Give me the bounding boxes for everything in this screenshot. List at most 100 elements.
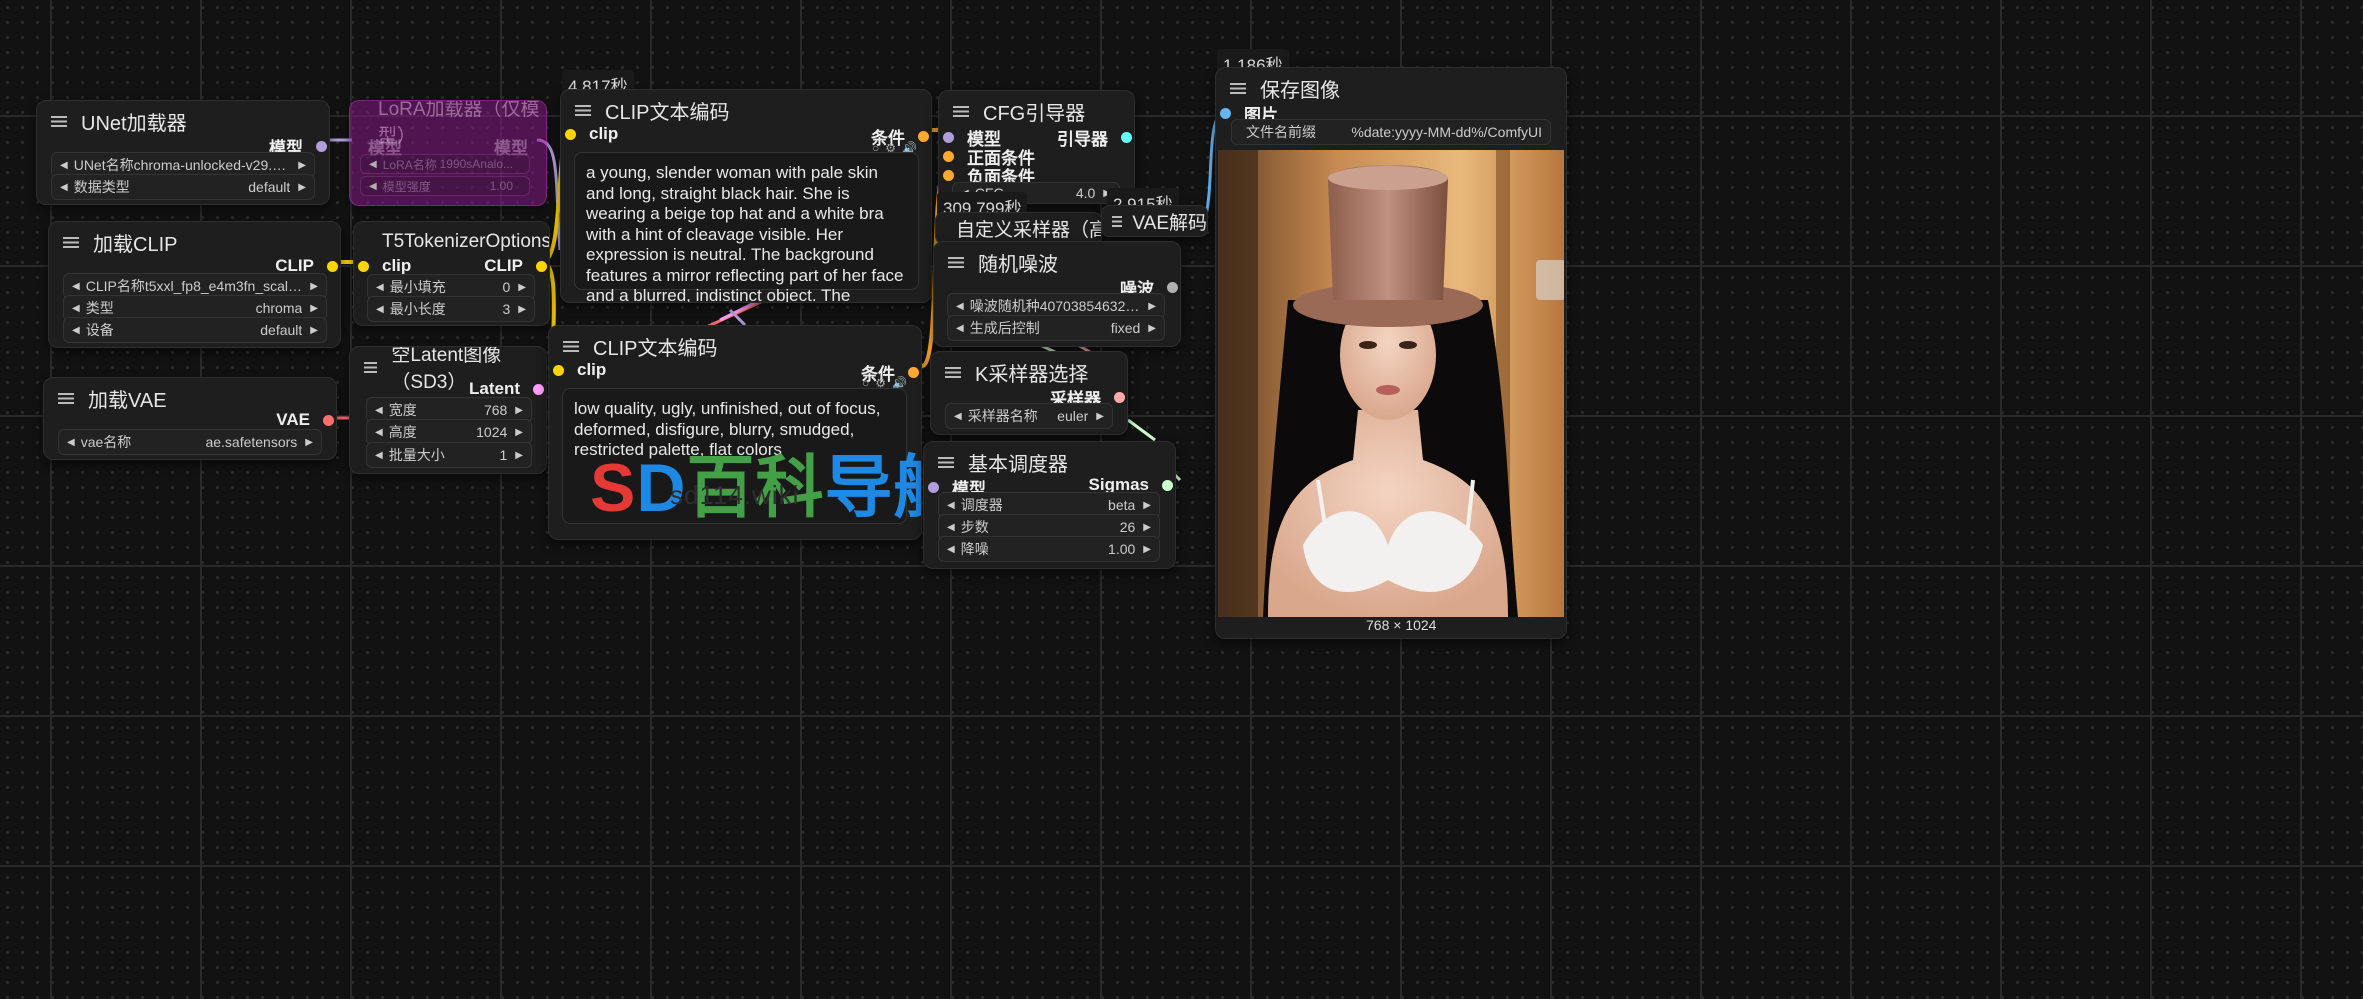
left-arrow-icon[interactable]: ◀ (375, 450, 383, 461)
menu-icon[interactable] (945, 366, 961, 378)
port-dot[interactable] (1167, 282, 1178, 293)
widget-control-after-generate[interactable]: ◀ 生成后控制 fixed ▶ (947, 315, 1165, 341)
right-arrow-icon[interactable]: ▶ (515, 450, 523, 461)
widget-vae-name[interactable]: ◀ vae名称 ae.safetensors ▶ (58, 429, 322, 455)
port-dot[interactable] (1220, 108, 1231, 119)
right-arrow-icon[interactable]: ▶ (1148, 323, 1156, 334)
widget-min-length[interactable]: ◀ 最小长度 3 ▶ (367, 296, 535, 322)
right-arrow-icon[interactable]: ▶ (518, 282, 526, 293)
port-dot[interactable] (943, 151, 954, 162)
left-arrow-icon[interactable]: ◀ (375, 405, 383, 416)
port-dot[interactable] (928, 482, 939, 493)
left-arrow-icon[interactable]: ◀ (67, 437, 75, 448)
node-unet-loader[interactable]: UNet加载器 模型 ◀ UNet名称 chroma-unlocked-v29.5.… (36, 100, 330, 205)
input-clip[interactable]: clip (358, 256, 411, 276)
port-dot[interactable] (358, 260, 369, 272)
widget-batch-size[interactable]: ◀ 批量大小 1 ▶ (366, 442, 532, 468)
right-arrow-icon[interactable]: ▶ (310, 303, 318, 314)
port-dot[interactable] (1114, 392, 1125, 403)
right-arrow-icon[interactable]: ▶ (1143, 500, 1151, 511)
menu-icon[interactable] (1112, 215, 1123, 227)
output-guider[interactable]: 引导器 (1057, 125, 1132, 150)
menu-icon[interactable] (575, 104, 591, 116)
port-dot[interactable] (323, 414, 334, 426)
widget-filename-prefix[interactable]: 文件名前缀 %date:yyyy-MM-dd%/ComfyUI (1231, 119, 1551, 145)
right-arrow-icon[interactable]: ▶ (310, 281, 318, 292)
node-clip-text-encode-positive[interactable]: CLIP文本编码 clip 条件 ○ ⚙ 🔊 a young, slender wo… (560, 89, 932, 303)
input-clip[interactable]: clip (565, 124, 618, 144)
widget-dtype[interactable]: ◀ 数据类型 default ▶ (51, 174, 315, 200)
widget-lora-name[interactable]: ◀ LoRA名称 1990sAnalo... (360, 154, 530, 174)
menu-icon[interactable] (953, 105, 969, 117)
menu-icon[interactable] (938, 456, 954, 468)
node-load-clip[interactable]: 加载CLIP CLIP ◀ CLIP名称 t5xxl_fp8_e4m3fn_scal… (48, 221, 341, 348)
node-title[interactable]: 自定义采样器（高级） (936, 213, 1101, 243)
node-t5-tokenizer-options[interactable]: T5TokenizerOptions clip CLIP ◀ 最小填充 0 ▶ ◀ 最小… (353, 221, 550, 326)
widget-device[interactable]: ◀ 设备 default ▶ (63, 317, 327, 343)
port-dot[interactable] (943, 170, 954, 181)
port-dot[interactable] (918, 131, 929, 142)
left-arrow-icon[interactable]: ◀ (72, 281, 80, 292)
node-title[interactable]: VAE解码 (1102, 206, 1207, 236)
right-arrow-icon[interactable]: ▶ (305, 437, 313, 448)
widget-denoise[interactable]: ◀ 降噪 1.00 ▶ (938, 536, 1160, 562)
left-arrow-icon[interactable]: ◀ (954, 411, 962, 422)
prompt-text-area[interactable]: a young, slender woman with pale skin an… (574, 152, 919, 302)
menu-icon[interactable] (563, 340, 579, 352)
port-dot[interactable] (553, 364, 564, 376)
input-clip[interactable]: clip (553, 360, 606, 380)
menu-icon[interactable] (58, 392, 74, 404)
node-save-image[interactable]: 保存图像 图片 文件名前缀%date:yyyy-MM-dd%/ComfyUI (1215, 67, 1567, 639)
right-arrow-icon[interactable]: ▶ (298, 182, 306, 193)
port-dot[interactable] (327, 260, 338, 272)
node-empty-latent-sd3[interactable]: 空Latent图像（SD3） Latent ◀ 宽度 768 ▶ ◀ 高度 1024 ▶ ◀… (349, 346, 547, 474)
output-vae[interactable]: VAE (276, 410, 334, 430)
port-dot[interactable] (316, 141, 327, 152)
node-cfg-guider[interactable]: CFG引导器 模型 正面条件 负面条件 引导器 ◀CFG4.0▶ (938, 90, 1135, 204)
right-arrow-icon[interactable]: ▶ (1143, 544, 1151, 555)
left-arrow-icon[interactable]: ◀ (376, 282, 384, 293)
right-arrow-icon[interactable]: ▶ (515, 405, 523, 416)
port-dot[interactable] (1121, 132, 1132, 143)
right-arrow-icon[interactable]: ▶ (1143, 522, 1151, 533)
left-arrow-icon[interactable]: ◀ (60, 160, 68, 171)
left-arrow-icon[interactable]: ◀ (72, 325, 80, 336)
left-arrow-icon[interactable]: ◀ (947, 544, 955, 555)
node-vae-decode[interactable]: VAE解码 (1101, 205, 1208, 237)
right-arrow-icon[interactable]: ▶ (518, 304, 526, 315)
output-clip[interactable]: CLIP (484, 256, 547, 276)
right-arrow-icon[interactable]: ▶ (298, 160, 306, 171)
node-custom-sampler-advanced[interactable]: 自定义采样器（高级） (935, 212, 1102, 244)
left-arrow-icon[interactable]: ◀ (947, 500, 955, 511)
widget-sampler-name[interactable]: ◀ 采样器名称 euler ▶ (945, 403, 1113, 429)
node-clip-text-encode-negative[interactable]: CLIP文本编码 clip 条件 ○ ⚙ 🔊 low quality, ugly, … (548, 325, 922, 540)
right-arrow-icon[interactable]: ▶ (310, 325, 318, 336)
menu-icon[interactable] (364, 361, 378, 373)
menu-icon[interactable] (948, 256, 964, 268)
right-arrow-icon[interactable]: ▶ (515, 427, 523, 438)
menu-icon[interactable] (51, 115, 67, 127)
widget-model-strength[interactable]: ◀ 模型强度 1.00 (360, 176, 530, 196)
port-dot[interactable] (565, 128, 576, 140)
node-random-noise[interactable]: 随机噪波 噪波 ◀噪波随机种407038546325484▶ ◀生成后控制fix… (933, 241, 1181, 347)
output-latent[interactable]: Latent (469, 379, 544, 399)
left-arrow-icon[interactable]: ◀ (72, 303, 80, 314)
menu-icon[interactable] (63, 236, 79, 248)
right-arrow-icon[interactable]: ▶ (1096, 411, 1104, 422)
port-dot[interactable] (908, 367, 919, 378)
port-dot[interactable] (536, 260, 547, 272)
port-dot[interactable] (1162, 479, 1173, 491)
left-arrow-icon[interactable]: ◀ (947, 522, 955, 533)
left-arrow-icon[interactable]: ◀ (956, 323, 964, 334)
port-dot[interactable] (533, 383, 544, 395)
node-basic-scheduler[interactable]: 基本调度器 模型 Sigmas ◀ 调度器 beta ▶ ◀ 步数 26 ▶ ◀ 降噪 1.00… (923, 441, 1176, 569)
left-arrow-icon[interactable]: ◀ (369, 181, 377, 192)
left-arrow-icon[interactable]: ◀ (375, 427, 383, 438)
image-preview[interactable] (1218, 150, 1564, 617)
left-arrow-icon[interactable]: ◀ (956, 301, 964, 312)
node-load-vae[interactable]: 加载VAE VAE ◀ vae名称 ae.safetensors ▶ (43, 377, 337, 460)
left-arrow-icon[interactable]: ◀ (376, 304, 384, 315)
port-dot[interactable] (943, 132, 954, 143)
right-arrow-icon[interactable]: ▶ (1148, 301, 1156, 312)
node-lora-loader[interactable]: LoRA加载器（仅模型） 模型 模型 ◀ LoRA名称 1990sAnalo... … (349, 100, 547, 206)
